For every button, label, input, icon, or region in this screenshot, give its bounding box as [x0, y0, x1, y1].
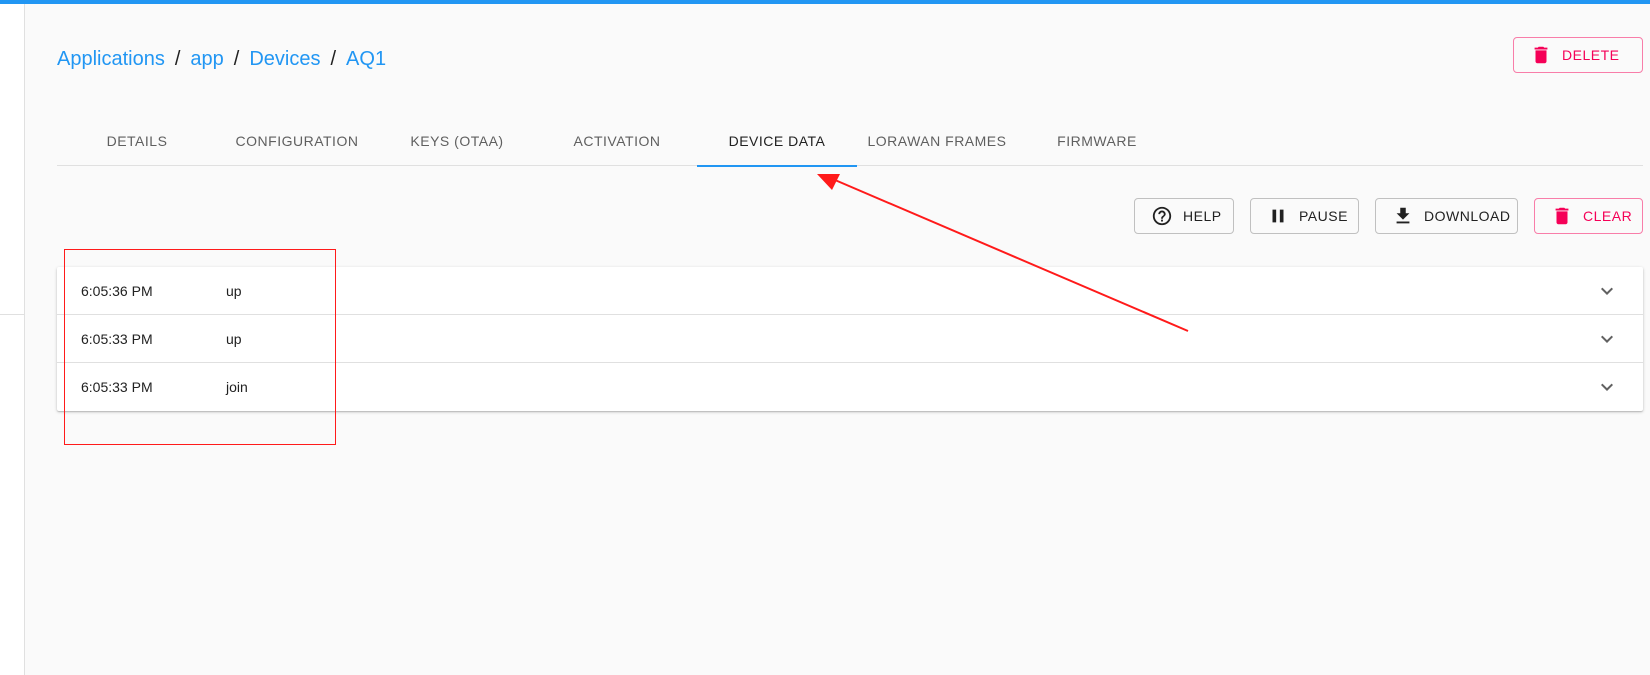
trash-icon: [1534, 46, 1548, 64]
breadcrumb-applications[interactable]: Applications: [57, 48, 165, 71]
tab-details[interactable]: DETAILS: [57, 116, 217, 166]
event-type: join: [226, 379, 248, 395]
download-button[interactable]: DOWNLOAD: [1375, 198, 1518, 234]
tab-lorawan-frames[interactable]: LORAWAN FRAMES: [857, 116, 1017, 166]
device-events-list: 6:05:36 PM up 6:05:33 PM up 6:05:33 PM j…: [57, 267, 1643, 411]
breadcrumb-separator: /: [233, 48, 240, 70]
tab-keys-otaa[interactable]: KEYS (OTAA): [377, 116, 537, 166]
help-label: HELP: [1183, 208, 1222, 224]
trash-icon: [1555, 207, 1569, 225]
chevron-down-icon[interactable]: [1595, 327, 1619, 351]
side-drawer: [0, 4, 25, 675]
event-time: 6:05:33 PM: [81, 330, 153, 347]
tab-firmware[interactable]: FIRMWARE: [1017, 116, 1177, 166]
download-icon: [1396, 207, 1410, 224]
breadcrumb-app[interactable]: app: [190, 48, 223, 71]
side-drawer-divider: [0, 314, 25, 315]
event-row[interactable]: 6:05:33 PM up: [57, 315, 1643, 363]
event-row[interactable]: 6:05:36 PM up: [57, 267, 1643, 315]
tab-configuration[interactable]: CONFIGURATION: [217, 116, 377, 166]
breadcrumb-devices[interactable]: Devices: [249, 48, 320, 71]
chevron-down-icon[interactable]: [1595, 279, 1619, 303]
pause-label: PAUSE: [1299, 208, 1348, 224]
download-label: DOWNLOAD: [1424, 208, 1511, 224]
tab-device-data[interactable]: DEVICE DATA: [697, 116, 857, 167]
clear-label: CLEAR: [1583, 208, 1633, 224]
delete-device-button[interactable]: DELETE: [1513, 37, 1643, 73]
event-type: up: [226, 282, 242, 299]
top-accent-bar: [0, 0, 1650, 4]
event-row[interactable]: 6:05:33 PM join: [57, 363, 1643, 411]
breadcrumb-separator: /: [330, 48, 337, 70]
help-circle-icon: [1152, 206, 1172, 226]
pause-button[interactable]: PAUSE: [1250, 198, 1359, 234]
event-time: 6:05:33 PM: [81, 379, 153, 395]
device-tabs: DETAILS CONFIGURATION KEYS (OTAA) ACTIVA…: [57, 116, 1643, 167]
breadcrumb-device-aq1[interactable]: AQ1: [346, 48, 386, 71]
breadcrumb-separator: /: [174, 48, 181, 70]
event-type: up: [226, 330, 242, 347]
breadcrumb: Applications / app / Devices / AQ1: [57, 48, 386, 71]
clear-button[interactable]: CLEAR: [1534, 198, 1643, 234]
chevron-down-icon[interactable]: [1595, 375, 1619, 399]
event-time: 6:05:36 PM: [81, 282, 153, 299]
pause-icon: [1272, 209, 1284, 223]
delete-device-label: DELETE: [1562, 47, 1620, 63]
tab-activation[interactable]: ACTIVATION: [537, 116, 697, 166]
help-button[interactable]: HELP: [1134, 198, 1234, 234]
